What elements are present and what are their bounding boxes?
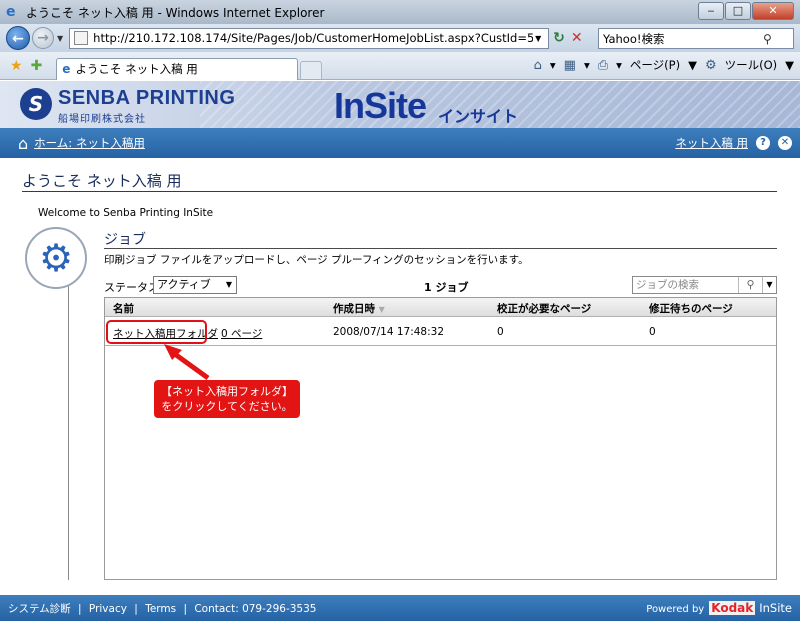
- user-link[interactable]: ネット入稿 用: [675, 135, 748, 151]
- back-button[interactable]: ←: [6, 26, 30, 50]
- stop-icon[interactable]: ✕: [571, 30, 583, 46]
- refresh-icon[interactable]: ↻: [553, 30, 565, 46]
- page-dropdown-icon[interactable]: ▼: [688, 58, 697, 72]
- jobs-divider: [104, 248, 777, 249]
- history-dropdown-icon[interactable]: ▼: [57, 34, 63, 43]
- powered-by: Powered by Kodak InSite: [646, 601, 792, 615]
- command-bar: ⌂ ▾ ▦ ▾ ⎙ ▾ ページ(P) ▼ ⚙ ツール(O) ▼: [526, 57, 794, 73]
- footer-separator: |: [78, 602, 82, 615]
- column-needs-proof[interactable]: 校正が必要なページ: [497, 301, 591, 316]
- minimize-button[interactable]: ‒: [698, 2, 724, 20]
- footer-links: システム診断 | Privacy | Terms | Contact: 079-…: [8, 601, 320, 616]
- home-icon[interactable]: ⌂: [534, 58, 542, 73]
- window-titlebar: e ようこそ ネット入稿 用 - Windows Internet Explor…: [0, 0, 800, 24]
- ie-icon: e: [6, 4, 16, 20]
- tab-ie-icon: e: [62, 62, 71, 76]
- job-search-box[interactable]: ジョブの検索 ⚲ ▼: [632, 276, 777, 294]
- status-select[interactable]: アクティブ ▼: [153, 276, 237, 294]
- job-search-input[interactable]: ジョブの検索: [633, 277, 738, 293]
- browser-search-box[interactable]: Yahoo!検索 ⚲: [598, 28, 794, 49]
- home-dropdown-icon[interactable]: ▾: [550, 58, 556, 72]
- awaiting-fix-cell: 0: [649, 326, 656, 338]
- product-kana: インサイト: [438, 107, 519, 126]
- address-dropdown-icon[interactable]: ▼: [535, 34, 541, 43]
- column-name[interactable]: 名前: [113, 301, 134, 316]
- address-url[interactable]: http://210.172.108.174/Site/Pages/Job/Cu…: [93, 31, 533, 45]
- column-awaiting-fix[interactable]: 修正待ちのページ: [649, 301, 733, 316]
- footer-separator: |: [183, 602, 187, 615]
- home-icon[interactable]: ⌂: [18, 134, 28, 153]
- status-label: ステータス: [104, 281, 159, 294]
- feeds-dropdown-icon[interactable]: ▾: [584, 58, 590, 72]
- created-cell: 2008/07/14 17:48:32: [333, 326, 445, 338]
- welcome-text: Welcome to Senba Printing InSite: [38, 207, 214, 219]
- site-footer: システム診断 | Privacy | Terms | Contact: 079-…: [0, 595, 800, 621]
- address-bar[interactable]: http://210.172.108.174/Site/Pages/Job/Cu…: [69, 27, 550, 49]
- highlight-box: [106, 320, 207, 344]
- logout-icon[interactable]: ✕: [778, 136, 792, 150]
- callout-line-2: をクリックしてください。: [161, 400, 293, 413]
- company-subtitle: 船場印刷株式会社: [58, 114, 146, 125]
- forward-button[interactable]: →: [32, 27, 54, 49]
- status-selected-value: アクティブ: [157, 278, 211, 291]
- jobs-description: 印刷ジョブ ファイルをアップロードし、ページ プルーフィングのセッションを行いま…: [104, 254, 529, 266]
- page-menu[interactable]: ページ(P): [630, 57, 680, 73]
- system-diagnostics-link[interactable]: システム診断: [8, 603, 71, 615]
- job-count: 1 ジョブ: [424, 281, 469, 294]
- product-logo: InSite: [334, 85, 427, 126]
- browser-tab[interactable]: e ようこそ ネット入稿 用: [56, 57, 299, 80]
- chevron-down-icon: ▼: [225, 280, 232, 289]
- column-created-label: 作成日時: [333, 303, 375, 315]
- search-icon[interactable]: ⚲: [763, 32, 772, 46]
- powered-by-text: Powered by: [646, 604, 705, 615]
- column-created[interactable]: 作成日時 ▼: [333, 301, 385, 316]
- company-name: SENBA PRINTING: [58, 87, 236, 109]
- navbar-right: ネット入稿 用 ? ✕: [675, 135, 792, 151]
- callout-line-1: 【ネット入稿用フォルダ】: [161, 385, 293, 398]
- page-icon: [74, 31, 89, 45]
- favorites-icon[interactable]: ★: [10, 58, 23, 74]
- maximize-button[interactable]: □: [725, 2, 751, 20]
- brand-header: S SENBA PRINTING 船場印刷株式会社 InSite インサイト: [0, 81, 800, 128]
- senba-logo-icon: S: [20, 88, 52, 120]
- site-navbar: ⌂ ホーム: ネット入稿用 ネット入稿 用 ? ✕: [0, 128, 800, 158]
- feeds-icon[interactable]: ▦: [564, 58, 576, 73]
- print-dropdown-icon[interactable]: ▾: [616, 58, 622, 72]
- sort-icon: ▼: [378, 305, 385, 314]
- window-controls: ‒ □ ✕: [697, 2, 794, 20]
- insite-footer-text: InSite: [759, 601, 792, 615]
- gear-icon: ⚙: [38, 236, 74, 280]
- side-divider: [68, 270, 69, 580]
- browser-search-input[interactable]: Yahoo!検索: [603, 31, 763, 47]
- table-header: 名前 作成日時 ▼ 校正が必要なページ 修正待ちのページ: [105, 298, 776, 317]
- instruction-callout: 【ネット入稿用フォルダ】 をクリックしてください。: [154, 380, 300, 418]
- kodak-logo: Kodak: [709, 601, 756, 615]
- close-window-button[interactable]: ✕: [752, 2, 794, 20]
- job-pages-link[interactable]: 0 ページ: [221, 328, 262, 340]
- footer-separator: |: [134, 602, 138, 615]
- jobs-section-icon: ⚙: [25, 227, 87, 289]
- page-title: ようこそ ネット入稿 用: [22, 172, 182, 190]
- terms-link[interactable]: Terms: [145, 603, 176, 615]
- tools-gear-icon[interactable]: ⚙: [705, 58, 717, 73]
- address-toolbar: ← → ▼ http://210.172.108.174/Site/Pages/…: [0, 24, 800, 52]
- tools-dropdown-icon[interactable]: ▼: [785, 58, 794, 72]
- tab-toolbar: ★ ✚ e ようこそ ネット入稿 用 ⌂ ▾ ▦ ▾ ⎙ ▾ ページ(P) ▼ …: [0, 52, 800, 80]
- title-divider: [22, 191, 777, 192]
- privacy-link[interactable]: Privacy: [89, 603, 127, 615]
- search-dropdown-icon[interactable]: ▼: [762, 277, 776, 293]
- window-title: ようこそ ネット入稿 用 - Windows Internet Explorer: [26, 5, 325, 20]
- search-icon[interactable]: ⚲: [738, 277, 762, 293]
- tools-menu[interactable]: ツール(O): [725, 57, 778, 73]
- new-tab-button[interactable]: [300, 60, 323, 79]
- tab-label: ようこそ ネット入稿 用: [75, 62, 198, 76]
- print-icon[interactable]: ⎙: [598, 58, 608, 73]
- contact-text: Contact: 079-296-3535: [194, 602, 317, 615]
- add-favorites-icon[interactable]: ✚: [31, 58, 43, 74]
- help-icon[interactable]: ?: [756, 136, 770, 150]
- needs-proof-cell: 0: [497, 326, 504, 338]
- jobs-title: ジョブ: [104, 232, 146, 248]
- home-breadcrumb-link[interactable]: ホーム: ネット入稿用: [34, 135, 145, 151]
